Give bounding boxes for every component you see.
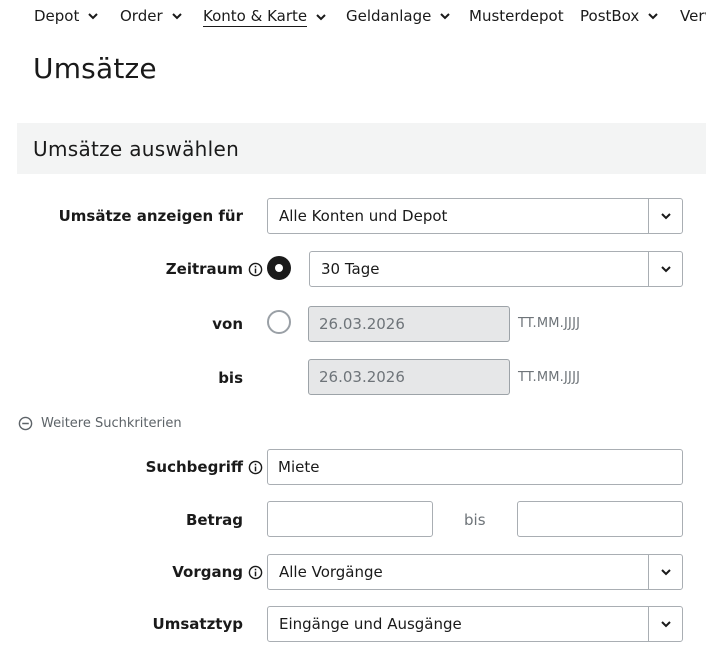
from-date-format-hint: TT.MM.JJJJ — [518, 316, 581, 331]
page-title: Umsätze — [33, 52, 157, 85]
amount-to-input[interactable] — [517, 501, 683, 537]
nav-item-geldanlage[interactable]: Geldanlage — [346, 7, 451, 25]
type-label: Umsatztyp — [152, 615, 243, 633]
from-label: von — [212, 315, 243, 333]
amount-label: Betrag — [185, 511, 243, 529]
amount-from-input[interactable] — [267, 501, 433, 537]
info-icon[interactable] — [248, 262, 263, 277]
amount-separator: bis — [464, 511, 486, 529]
nav-item-verwaltung[interactable]: Verv — [680, 7, 706, 25]
account-label: Umsätze anzeigen für — [58, 207, 243, 225]
info-icon[interactable] — [248, 460, 263, 475]
info-icon[interactable] — [248, 565, 263, 580]
chevron-down-icon — [88, 13, 99, 20]
section-header: Umsätze auswählen — [17, 123, 706, 174]
nav-item-konto-karte[interactable]: Konto & Karte — [203, 7, 327, 27]
period-label: Zeitraum — [40, 251, 263, 287]
date-range-radio[interactable] — [267, 310, 291, 334]
transaction-label: Vorgang — [40, 554, 263, 590]
period-select[interactable]: 30 Tage — [309, 251, 683, 287]
dropdown-button[interactable] — [648, 252, 682, 286]
type-select[interactable]: Eingänge und Ausgänge — [267, 606, 683, 642]
search-label: Suchbegriff — [40, 449, 263, 485]
chevron-down-icon — [648, 13, 658, 20]
account-select[interactable]: Alle Konten und Depot — [267, 198, 683, 234]
transaction-select[interactable]: Alle Vorgänge — [267, 554, 683, 590]
nav-item-depot[interactable]: Depot — [34, 7, 99, 25]
nav-item-postbox[interactable]: PostBox — [580, 7, 659, 25]
to-label: bis — [218, 369, 243, 387]
main-navigation: Depot Order Konto & Karte Geldanlage Mus… — [0, 0, 706, 34]
search-input[interactable]: Miete — [267, 449, 683, 485]
chevron-down-icon — [440, 13, 451, 20]
to-date-format-hint: TT.MM.JJJJ — [518, 370, 581, 385]
chevron-down-icon — [660, 569, 671, 576]
to-date-input[interactable]: 26.03.2026 — [308, 359, 510, 395]
chevron-down-icon — [316, 14, 326, 21]
dropdown-button[interactable] — [648, 555, 682, 589]
dropdown-button[interactable] — [648, 199, 682, 233]
more-criteria-toggle[interactable]: Weitere Suchkriterien — [18, 416, 182, 431]
nav-item-order[interactable]: Order — [120, 7, 183, 25]
chevron-down-icon — [660, 266, 671, 273]
nav-item-musterdepot[interactable]: Musterdepot — [469, 7, 564, 25]
chevron-down-icon — [660, 621, 671, 628]
chevron-down-icon — [171, 13, 182, 20]
period-radio[interactable] — [267, 256, 291, 280]
minus-circle-icon — [18, 416, 33, 431]
dropdown-button[interactable] — [648, 607, 682, 641]
chevron-down-icon — [660, 213, 671, 220]
from-date-input[interactable]: 26.03.2026 — [308, 306, 510, 342]
